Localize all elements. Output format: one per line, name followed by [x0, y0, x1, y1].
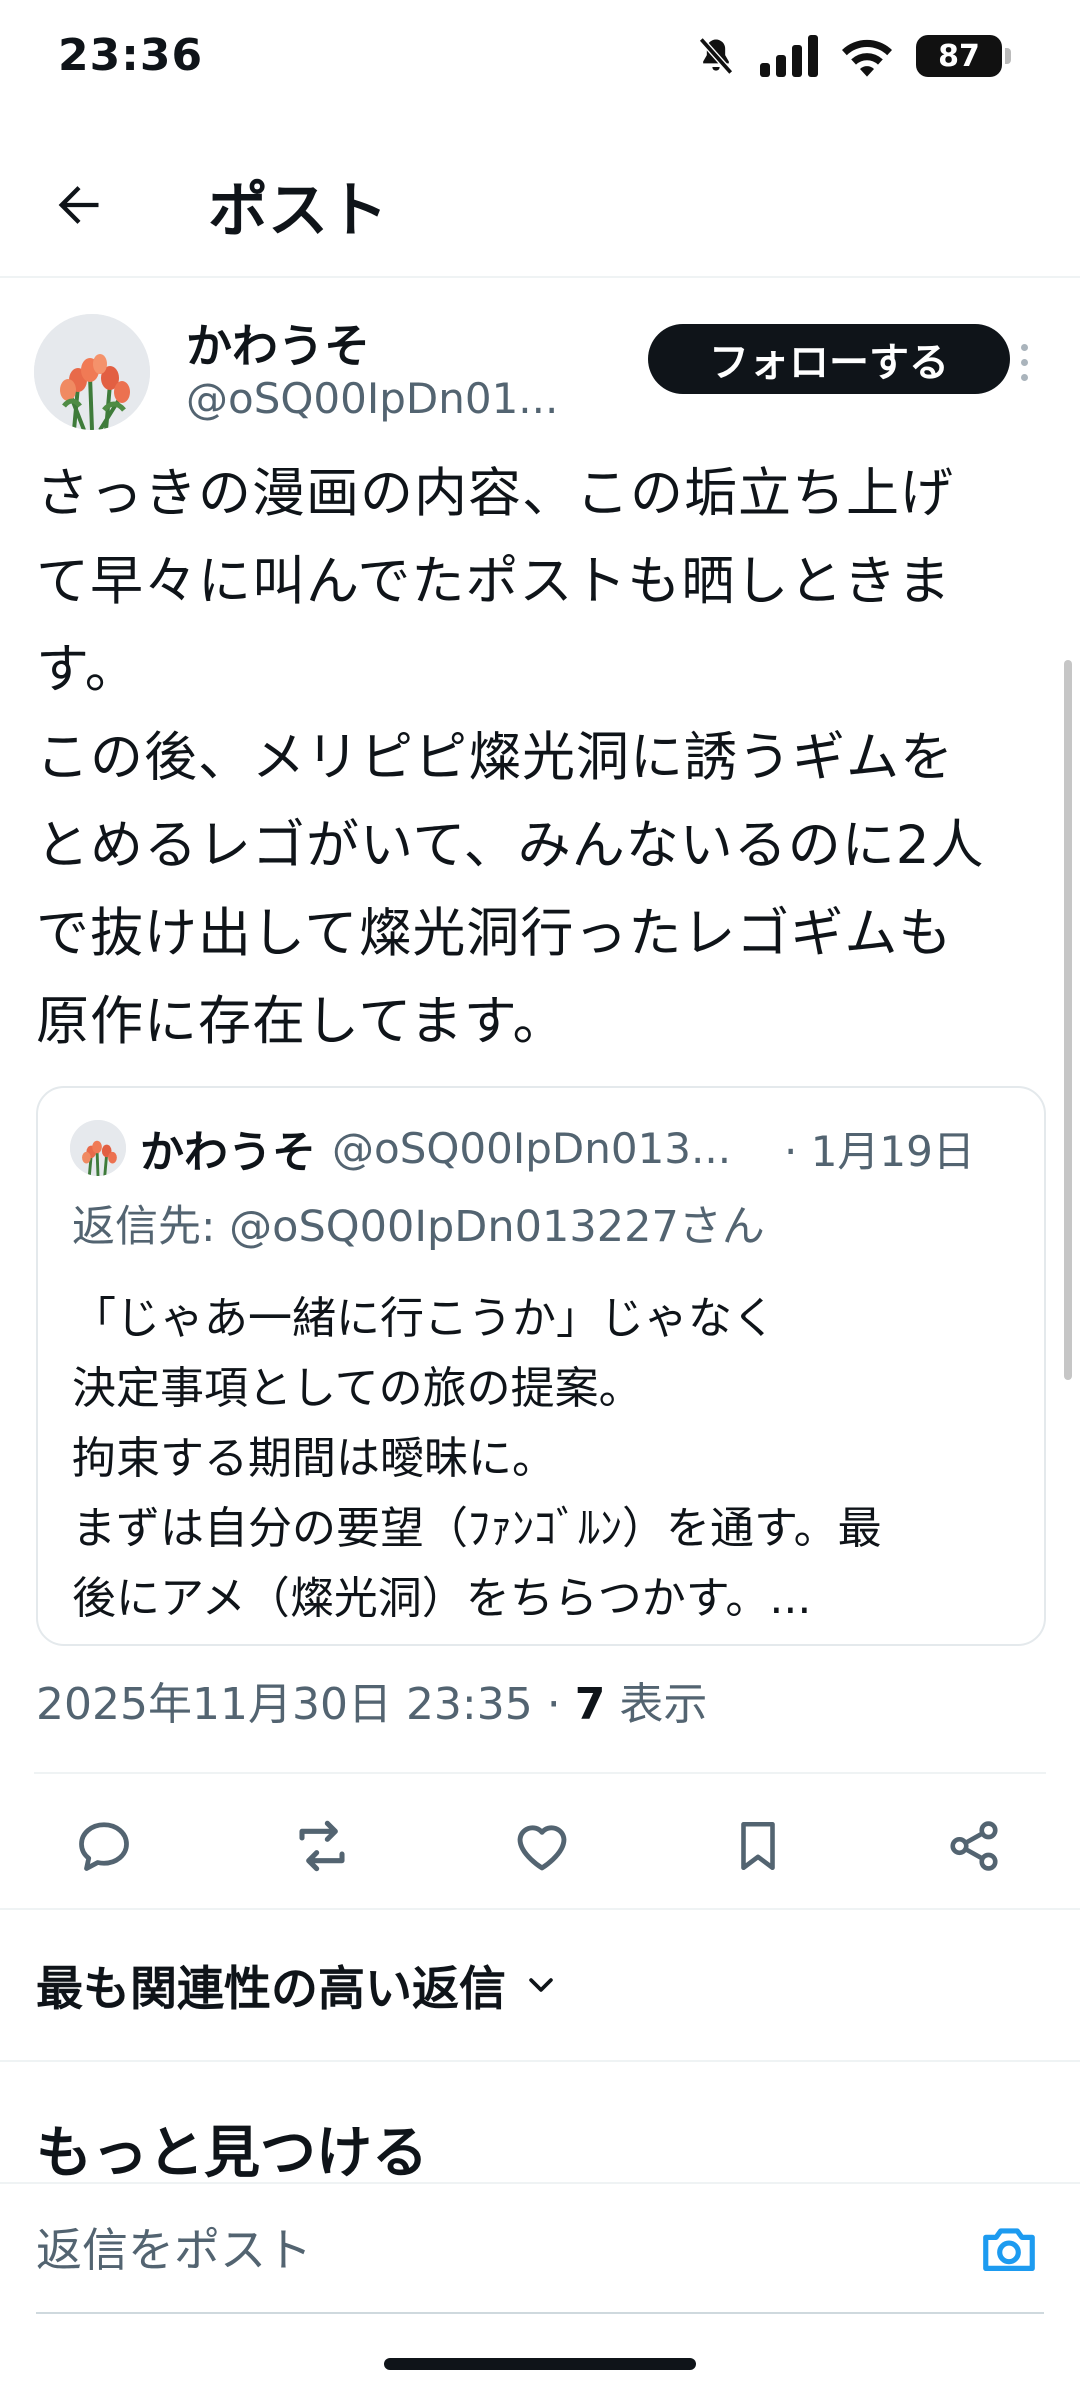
reply-button[interactable] — [66, 1808, 142, 1884]
more-options-button[interactable] — [1004, 332, 1044, 392]
divider — [0, 1908, 1080, 1910]
camera-icon — [983, 2228, 1035, 2271]
action-bar — [34, 1772, 1046, 1912]
post-timestamp[interactable]: 2025年11月30日 23:35 — [36, 1679, 533, 1730]
reply-sort-label: 最も関連性の高い返信 — [36, 1962, 506, 2017]
status-icons: 87 — [694, 34, 1011, 78]
reply-underline — [36, 2312, 1044, 2314]
camera-button[interactable] — [974, 2214, 1044, 2284]
author-handle[interactable]: @oSQ00IpDn01... — [186, 374, 558, 423]
mute-icon — [698, 37, 734, 75]
share-icon — [950, 1821, 998, 1871]
repost-button[interactable] — [284, 1808, 360, 1884]
like-icon — [517, 1825, 567, 1871]
signal-icon — [760, 35, 818, 77]
quote-text: 「じゃあ一緒に行こうか」じゃなく 決定事項としての旅の提案。 拘束する期間は曖昧… — [72, 1293, 882, 1624]
post-text: さっきの漫画の内容、この垢立ち上げ て早々に叫んでたポストも晒しときま す。 こ… — [36, 463, 985, 1052]
post-meta: 2025年11月30日 23:35 · 7 表示 — [36, 1668, 707, 1732]
repost-icon — [299, 1820, 345, 1872]
battery-icon: 87 — [916, 35, 1011, 77]
quote-author-name: かわうそ — [140, 1127, 316, 1178]
quote-author-handle: @oSQ00IpDn013... — [332, 1123, 732, 1173]
avatar-tulips-image — [70, 1120, 126, 1176]
back-button[interactable] — [44, 170, 114, 240]
post-author: かわうそ @oSQ00IpDn01... フォローする — [34, 310, 1044, 440]
reply-input[interactable] — [36, 2212, 936, 2288]
battery-level: 87 — [938, 38, 980, 74]
author-name[interactable]: かわうそ — [186, 310, 370, 376]
bookmark-icon — [741, 1821, 775, 1871]
follow-button[interactable]: フォローする — [648, 324, 1010, 394]
header: ポスト — [0, 140, 1080, 278]
more-dot-icon — [1020, 343, 1028, 351]
quoted-post[interactable]: かわうそ @oSQ00IpDn013... · 1月19日 返信先: @oSQ0… — [36, 1086, 1046, 1646]
home-indicator[interactable] — [384, 2358, 696, 2370]
divider — [0, 2060, 1080, 2062]
bookmark-button[interactable] — [720, 1808, 796, 1884]
views-count: 7 — [574, 1679, 606, 1730]
page-title: ポスト — [208, 176, 388, 246]
more-dot-icon — [1020, 358, 1028, 366]
meta-separator: · — [546, 1679, 561, 1730]
arrow-left-icon — [58, 186, 99, 224]
reply-sort-dropdown[interactable]: 最も関連性の高い返信 — [36, 1950, 558, 2019]
quote-header: かわうそ @oSQ00IpDn013... · 1月19日 — [70, 1118, 1020, 1178]
like-button[interactable] — [504, 1808, 580, 1884]
status-bar: 23:36 87 — [0, 0, 1080, 120]
quote-date: · 1月19日 — [784, 1126, 975, 1176]
avatar-tulips-image — [34, 314, 150, 430]
reply-icon — [79, 1822, 129, 1871]
chevron-down-icon — [529, 1977, 553, 1992]
avatar[interactable] — [34, 314, 150, 430]
views-label: 表示 — [619, 1679, 708, 1730]
more-dot-icon — [1020, 373, 1028, 381]
discover-more-heading: もっと見つける — [36, 2121, 428, 2186]
status-time: 23:36 — [58, 30, 204, 81]
scrollbar[interactable] — [1064, 660, 1072, 1380]
wifi-icon — [842, 39, 892, 77]
reply-composer — [0, 2182, 1080, 2320]
quote-avatar — [70, 1120, 126, 1176]
share-button[interactable] — [936, 1808, 1012, 1884]
quote-reply-to: 返信先: @oSQ00IpDn013227さん — [72, 1202, 765, 1252]
